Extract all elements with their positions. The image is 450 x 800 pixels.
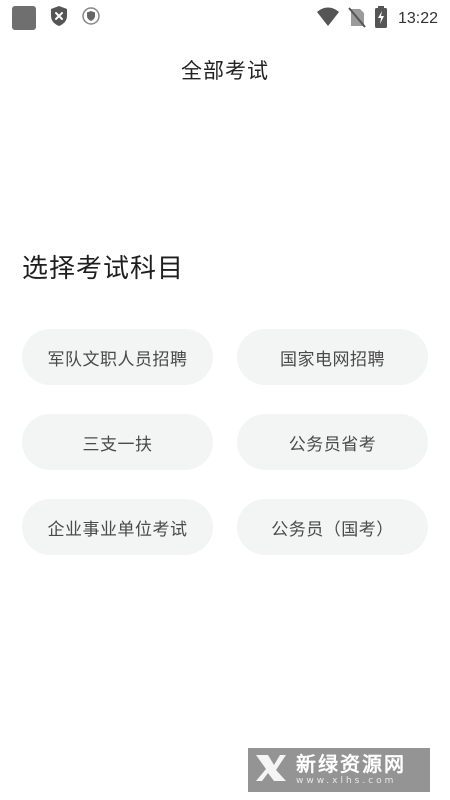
watermark-logo-icon: [254, 751, 288, 789]
status-bar-left: [12, 5, 100, 31]
security-shield-icon: [82, 7, 100, 29]
status-bar-right: 13:22: [308, 6, 438, 32]
status-bar: 13:22: [0, 0, 450, 36]
section-title: 选择考试科目: [22, 254, 185, 284]
watermark-name: 新绿资源网: [296, 752, 406, 776]
exam-options-grid: 军队文职人员招聘 国家电网招聘 三支一扶 公务员省考 企业事业单位考试 公务员（…: [22, 329, 428, 555]
app-square-icon: [12, 6, 36, 30]
watermark-url: www.xlhs.com: [296, 776, 397, 786]
no-sim-icon: [340, 6, 366, 32]
exam-option-san-zhi-yi-fu[interactable]: 三支一扶: [22, 414, 213, 470]
exam-option-provincial-civil-service[interactable]: 公务员省考: [237, 414, 428, 470]
app-screen: 13:22 全部考试 选择考试科目 军队文职人员招聘 国家电网招聘 三支一扶 公…: [0, 0, 450, 800]
exam-option-military-civil-recruitment[interactable]: 军队文职人员招聘: [22, 329, 213, 385]
page-title: 全部考试: [181, 59, 269, 83]
watermark-text: 新绿资源网 www.xlhs.com: [296, 753, 406, 787]
exam-option-public-institution-exam[interactable]: 企业事业单位考试: [22, 499, 213, 555]
exam-option-national-civil-service[interactable]: 公务员（国考）: [237, 499, 428, 555]
watermark: 新绿资源网 www.xlhs.com: [248, 748, 430, 792]
shield-close-icon: [49, 5, 69, 31]
status-time: 13:22: [397, 10, 438, 27]
wifi-icon: [308, 7, 340, 31]
exam-option-state-grid-recruitment[interactable]: 国家电网招聘: [237, 329, 428, 385]
battery-charging-icon: [366, 6, 388, 32]
